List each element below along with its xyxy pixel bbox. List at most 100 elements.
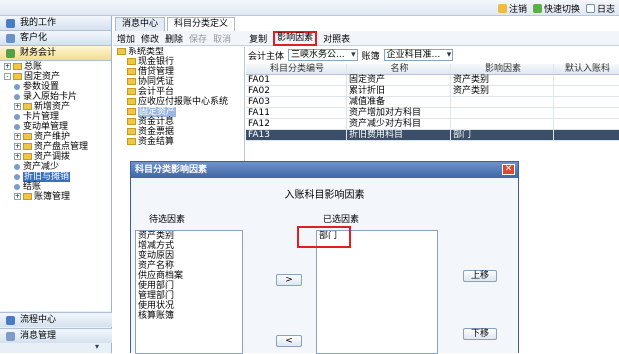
category-label: 资金票据 [138,127,175,137]
folder-icon [127,138,136,145]
nav-my-work[interactable]: 我的工作 [0,16,111,31]
table-row[interactable]: FA13 折旧费用科目 部门 [246,130,619,141]
influence-factor-button[interactable]: 影响因素 [273,30,318,46]
close-icon[interactable]: ✕ [502,164,515,175]
expand-icon[interactable]: + [14,143,21,150]
table-cell [451,97,554,107]
nav-tree-item[interactable]: + 资产调拨 [0,152,111,162]
nav-tree-item[interactable]: 参数设置 [0,82,111,92]
folder-icon [127,78,136,85]
table-row[interactable]: FA12 资产减少对方科目 [246,119,619,130]
category-item[interactable]: 会计平台 [113,87,244,97]
nav-process-center[interactable]: 流程中心 [0,312,112,327]
table-row[interactable]: FA01 固定资产 资产类别 [246,75,619,86]
nav-finance[interactable]: 财务会计 [0,46,111,61]
header-code[interactable]: 科目分类编号 [246,64,347,74]
pending-factor-item[interactable]: 资产名称 [136,261,242,271]
switch-icon [532,4,542,13]
delete-button[interactable]: 删除 [165,32,183,45]
nav-tree-item[interactable]: + 资产盘点管理 [0,142,111,152]
tab-bar: 消息中心 科目分类定义 [115,17,237,31]
top-bar: 注销 快速切换 日志 [0,0,619,16]
nav-tree-item[interactable]: 折旧与摊销 [0,172,111,182]
category-item[interactable]: 固定资产 [113,107,244,117]
influence-factor-dialog: 科目分类影响因素 ✕ 入账科目影响因素 待选因素 已选因素 资产类别 增减方式 变动… [130,161,519,354]
header-factor[interactable]: 影响因素 [451,64,554,74]
expand-icon[interactable]: + [14,153,21,160]
nav-tree-item[interactable]: 资产减少 [0,162,111,172]
collapse-icon[interactable]: - [4,73,11,80]
tab-message-center[interactable]: 消息中心 [115,17,166,31]
expand-icon[interactable]: + [14,193,21,200]
quick-switch-link[interactable]: 快速切换 [532,2,580,15]
logout-link[interactable]: 注销 [497,2,527,15]
expand-icon[interactable]: + [14,103,21,110]
add-factor-button[interactable]: > [276,274,302,286]
table-cell [554,75,619,85]
category-label: 会计平台 [138,87,175,97]
add-button[interactable]: 增加 [117,32,135,45]
category-item[interactable]: 系统类型 [113,47,244,57]
selected-list[interactable]: 部门 [316,230,438,354]
pending-factor-item[interactable]: 供应商档案 [136,271,242,281]
pending-factor-item[interactable]: 增减方式 [136,241,242,251]
category-item[interactable]: 资金结算 [113,137,244,147]
category-item[interactable]: 借贷管理 [113,67,244,77]
collapse-chevron-icon[interactable]: ▾ [95,342,99,351]
subject-grid: 科目分类编号 名称 影响因素 默认入账科 FA01 固定资产 资产类别 FA02 累计折… [246,64,619,141]
pending-factor-item[interactable]: 管理部门 [136,291,242,301]
nav-message-management[interactable]: 消息管理 [0,328,112,343]
category-item[interactable]: 资金计息 [113,117,244,127]
category-item[interactable]: 资金票据 [113,127,244,137]
nav-tree-item[interactable]: - 固定资产 [0,72,111,82]
nav-tree-item[interactable]: + 资产维护 [0,132,111,142]
category-item[interactable]: 协同凭证 [113,77,244,87]
finance-icon [6,49,15,58]
move-up-button[interactable]: 上移 [463,270,497,282]
pending-factor-item[interactable]: 核算账簿 [136,311,242,321]
log-link[interactable]: 日志 [585,2,615,15]
nav-tree-item[interactable]: + 新增资产 [0,102,111,112]
leaf-icon [14,93,20,100]
move-down-button[interactable]: 下移 [463,328,497,340]
work-icon [6,19,15,28]
nav-customization[interactable]: 客户化 [0,31,111,46]
edit-button[interactable]: 修改 [141,32,159,45]
category-item[interactable]: 应收应付报账中心系统 [113,97,244,107]
pending-factor-item[interactable]: 使用状况 [136,301,242,311]
header-name[interactable]: 名称 [347,64,451,74]
nav-tree-item[interactable]: 变动单管理 [0,122,111,132]
table-row[interactable]: FA02 累计折旧 资产类别 [246,86,619,97]
remove-factor-button[interactable]: < [276,335,302,347]
tab-subject-category[interactable]: 科目分类定义 [167,17,236,31]
nav-tree-label: 新增资产 [34,102,71,112]
entity-select[interactable]: 三峡水务公... [288,49,358,61]
nav-tree-item[interactable]: + 账簿管理 [0,192,111,202]
copy-button[interactable]: 复制 [249,32,267,45]
nav-tree-item[interactable]: 卡片管理 [0,112,111,122]
category-item[interactable]: 现金银行 [113,57,244,67]
mapping-table-button[interactable]: 对照表 [323,32,350,45]
pending-factor-item[interactable]: 资产类别 [136,231,242,241]
table-row[interactable]: FA11 资产增加对方科目 [246,108,619,119]
nav-tree-item[interactable]: + 总账 [0,62,111,72]
nav-tree-item[interactable]: 录入原始卡片 [0,92,111,102]
expand-icon[interactable]: + [4,63,11,70]
book-select[interactable]: 企业科目准... [383,49,454,61]
message-icon [6,332,15,341]
table-cell: FA12 [246,119,347,129]
nav-tree-item[interactable]: 结账 [0,182,111,192]
table-cell: FA11 [246,108,347,118]
table-row[interactable]: FA03 减值准备 [246,97,619,108]
pending-factor-item[interactable]: 变动原因 [136,251,242,261]
pending-list[interactable]: 资产类别 增减方式 变动原因 资产名称 供应商档案 使用部门 管理部门 使用状况 核算账簿 [135,230,243,354]
save-button[interactable]: 保存 [189,32,207,45]
expand-icon[interactable]: + [14,133,21,140]
header-default-subject[interactable]: 默认入账科 [554,64,619,74]
cancel-button[interactable]: 取消 [213,32,231,45]
pending-factor-item[interactable]: 使用部门 [136,281,242,291]
folder-icon [23,143,32,150]
key-icon [497,4,507,13]
folder-icon [127,88,136,95]
leaf-icon [14,83,20,90]
